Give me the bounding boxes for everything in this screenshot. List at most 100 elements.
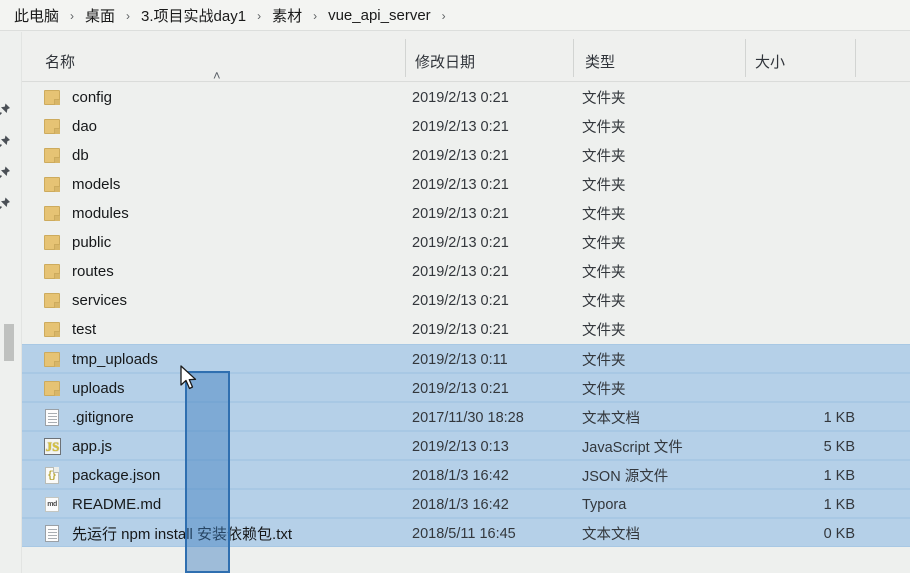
file-name-label: dao [72,118,98,135]
markdown-file-icon: md [44,495,61,514]
breadcrumb-item[interactable]: 此电脑 [12,5,61,26]
file-date-cell: 2019/2/13 0:13 [412,438,509,455]
breadcrumb-item[interactable]: 素材 [270,5,304,26]
file-type-cell: JSON 源文件 [582,469,669,485]
file-size-cell [692,374,855,403]
file-row[interactable]: services 2019/2/13 0:21 文件夹 [22,286,910,315]
file-size-cell [692,286,855,315]
sort-ascending-icon[interactable]: ˄ [213,69,221,82]
file-date-cell: 2019/2/13 0:21 [412,263,509,280]
file-row[interactable]: .gitignore 2017/11/30 18:28 文本文档 1 KB [22,402,910,431]
column-header-date[interactable]: 修改日期 [415,51,475,72]
file-name-cell[interactable]: tmp_uploads [22,345,158,374]
file-row[interactable]: test 2019/2/13 0:21 文件夹 [22,315,910,344]
column-divider[interactable] [855,39,856,77]
file-date-cell: 2019/2/13 0:21 [412,321,509,338]
file-name-label: test [72,321,97,338]
file-row[interactable]: db 2019/2/13 0:21 文件夹 [22,141,910,170]
file-type-cell: JavaScript 文件 [582,440,683,456]
folder-icon [44,379,61,398]
column-header-name[interactable]: 名称 [45,51,75,72]
file-name-cell[interactable]: public [22,228,111,257]
file-row[interactable]: md README.md 2018/1/3 16:42 Typora 1 KB [22,489,910,518]
folder-icon [44,175,61,194]
folder-icon [44,88,61,107]
file-name-label: models [72,176,121,193]
file-date-cell: 2019/2/13 0:11 [412,351,508,368]
file-name-cell[interactable]: test [22,315,96,344]
folder-icon [44,233,61,252]
chevron-right-icon[interactable]: › [433,9,455,23]
file-name-cell[interactable]: uploads [22,374,125,403]
file-row[interactable]: public 2019/2/13 0:21 文件夹 [22,228,910,257]
json-file-icon: {} [44,466,61,485]
column-divider[interactable] [573,39,574,77]
breadcrumb[interactable]: 此电脑 › 桌面 › 3.项目实战day1 › 素材 › vue_api_server › [0,0,910,31]
file-row[interactable]: models 2019/2/13 0:21 文件夹 [22,170,910,199]
file-name-cell[interactable]: {} package.json [22,461,160,490]
file-row[interactable]: routes 2019/2/13 0:21 文件夹 [22,257,910,286]
file-size-cell [692,170,855,199]
file-type-cell: 文件夹 [582,207,626,223]
breadcrumb-item[interactable]: 桌面 [83,5,117,26]
file-name-label: package.json [72,467,161,484]
file-size-cell [692,83,855,112]
breadcrumb-item[interactable]: 3.项目实战day1 [139,5,248,26]
chevron-right-icon[interactable]: › [61,9,83,23]
pin-icon[interactable] [0,196,12,212]
file-row[interactable]: 先运行 npm install 安装依赖包.txt 2018/5/11 16:45… [22,518,910,547]
file-type-cell: Typora [582,496,627,513]
column-header-size[interactable]: 大小 [755,51,785,72]
column-divider[interactable] [405,39,406,77]
pin-icon[interactable] [0,165,12,181]
file-row[interactable]: modules 2019/2/13 0:21 文件夹 [22,199,910,228]
file-name-label: db [72,147,89,164]
file-name-cell[interactable]: routes [22,257,114,286]
file-size-cell [692,257,855,286]
file-row[interactable]: dao 2019/2/13 0:21 文件夹 [22,112,910,141]
file-row[interactable]: {} package.json 2018/1/3 16:42 JSON 源文件 1 KB [22,460,910,489]
file-name-cell[interactable]: .gitignore [22,403,134,432]
file-type-cell: 文件夹 [582,382,626,398]
file-row[interactable]: JS app.js 2019/2/13 0:13 JavaScript 文件 5 KB [22,431,910,460]
file-row[interactable]: tmp_uploads 2019/2/13 0:11 文件夹 [22,344,910,373]
file-date-cell: 2019/2/13 0:21 [412,89,509,106]
mouse-pointer-icon [180,365,198,391]
column-divider[interactable] [745,39,746,77]
pin-icon[interactable] [0,134,12,150]
file-type-cell: 文件夹 [582,91,626,107]
file-size-cell [692,199,855,228]
chevron-right-icon[interactable]: › [117,9,139,23]
vertical-scrollbar-thumb[interactable] [2,322,16,363]
file-type-cell: 文本文档 [582,527,640,543]
file-name-cell[interactable]: db [22,141,89,170]
file-name-cell[interactable]: models [22,170,120,199]
file-name-cell[interactable]: config [22,83,112,112]
file-name-label: uploads [72,380,125,397]
file-size-cell: 1 KB [823,467,855,484]
file-row[interactable]: uploads 2019/2/13 0:21 文件夹 [22,373,910,402]
file-name-cell[interactable]: services [22,286,127,315]
file-size-cell: 0 KB [823,525,855,542]
file-name-cell[interactable]: JS app.js [22,432,112,461]
folder-icon [44,146,61,165]
file-name-label: routes [72,263,114,280]
file-row[interactable]: config 2019/2/13 0:21 文件夹 [22,83,910,112]
folder-icon [44,291,61,310]
file-name-cell[interactable]: modules [22,199,129,228]
file-name-cell[interactable]: md README.md [22,490,161,519]
chevron-right-icon[interactable]: › [304,9,326,23]
file-date-cell: 2017/11/30 18:28 [412,409,524,426]
file-name-cell[interactable]: 先运行 npm install 安装依赖包.txt [22,519,292,548]
file-name-cell[interactable]: dao [22,112,97,141]
file-list[interactable]: config 2019/2/13 0:21 文件夹 dao 2019/2/13 0:21… [22,83,910,573]
text-file-icon [44,408,61,427]
text-file-icon [44,524,61,543]
folder-icon [44,350,61,369]
chevron-right-icon[interactable]: › [248,9,270,23]
folder-icon [44,204,61,223]
breadcrumb-item[interactable]: vue_api_server [326,7,433,24]
file-type-cell: 文件夹 [582,120,626,136]
pin-icon[interactable] [0,102,12,118]
column-header-type[interactable]: 类型 [585,51,615,72]
